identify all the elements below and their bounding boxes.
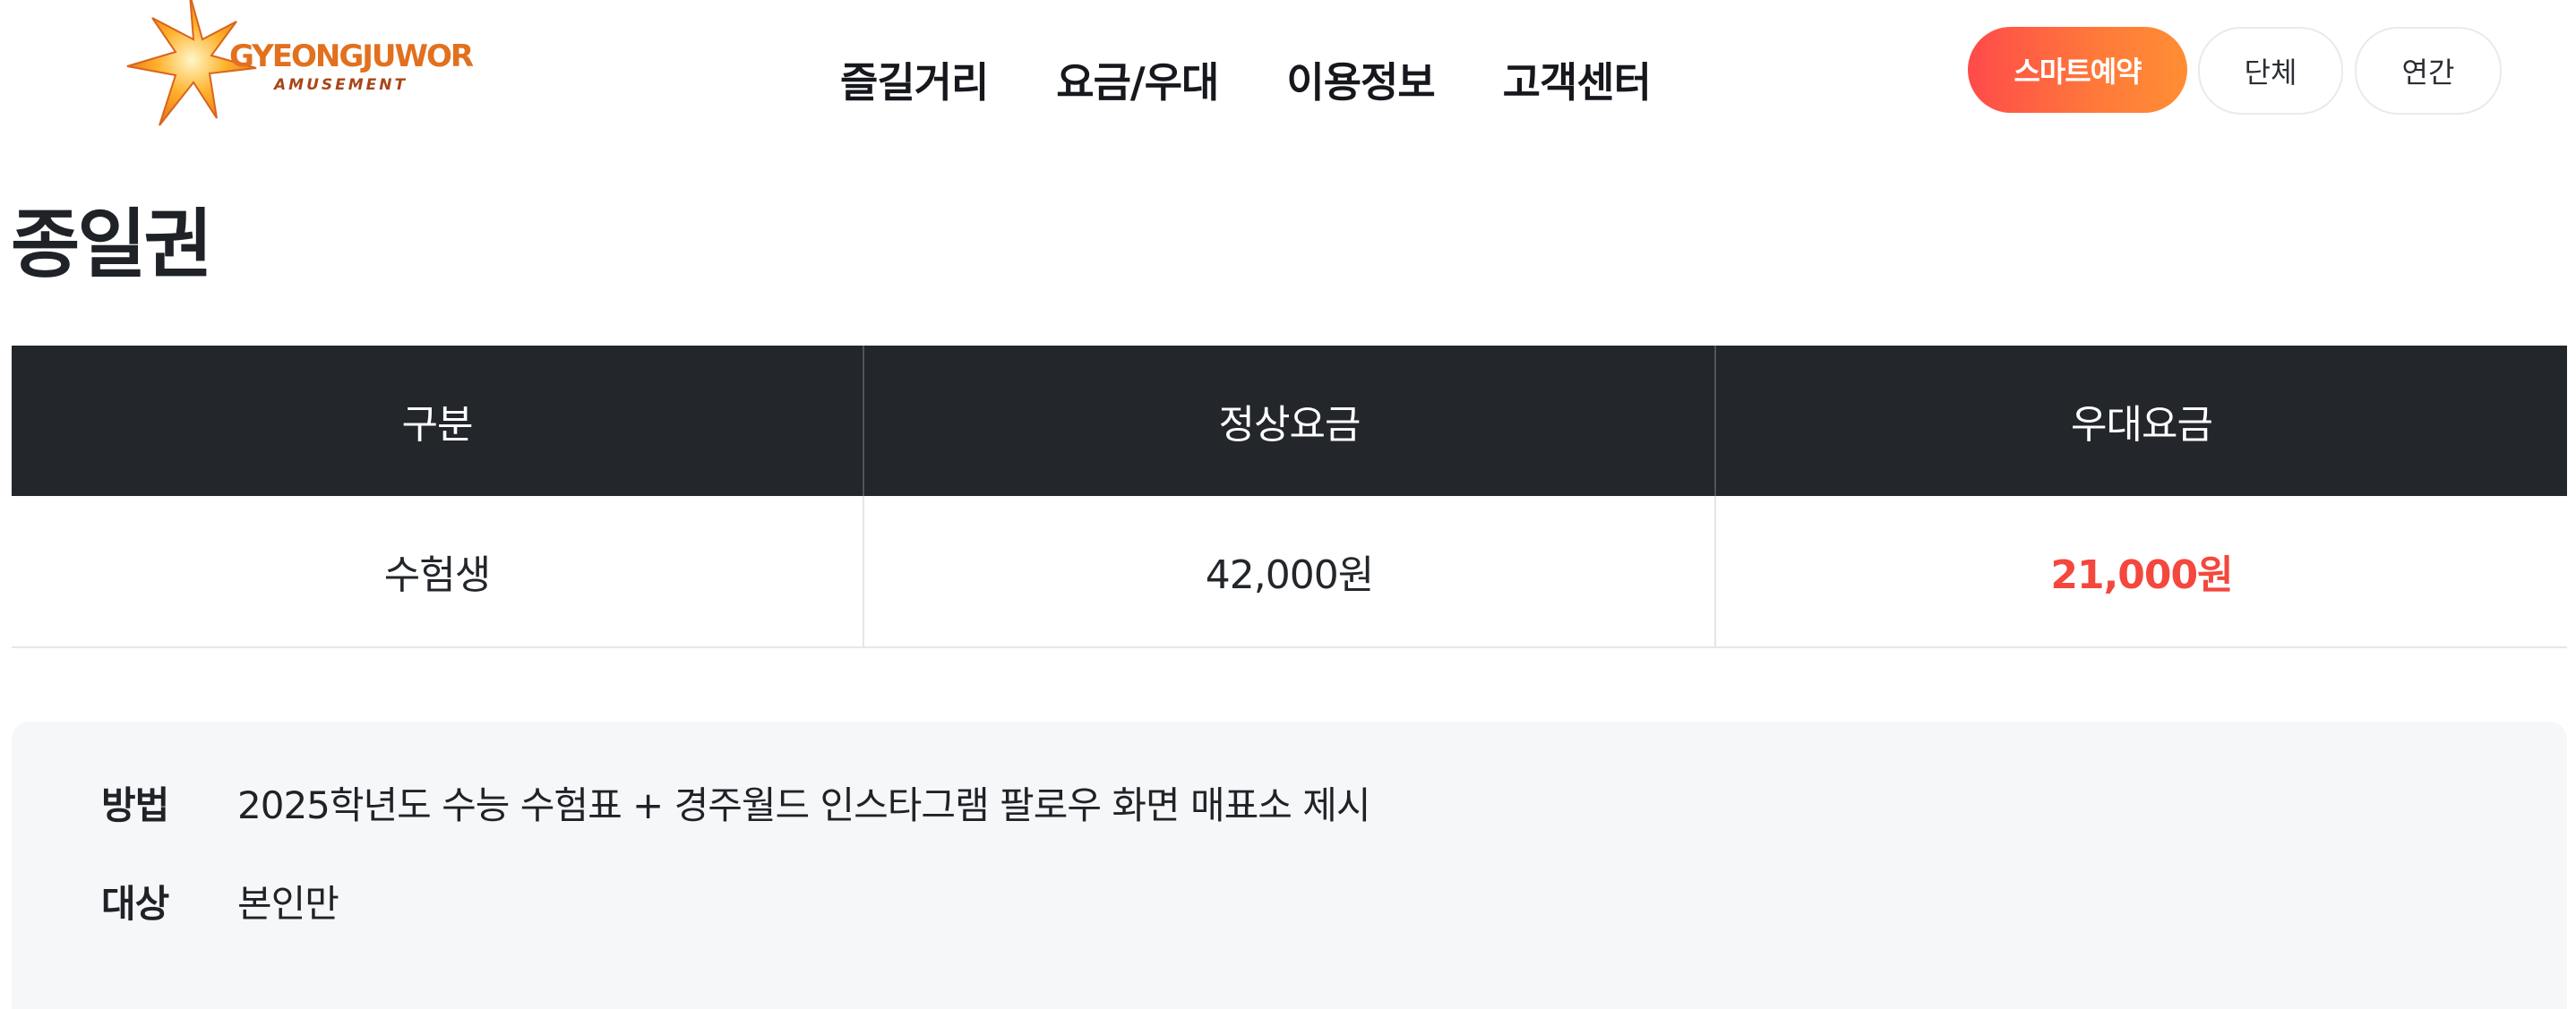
annual-button[interactable]: 연간 [2355,27,2502,115]
info-row-method: 방법 2025학년도 수능 수험표 + 경주월드 인스타그램 팔로우 화면 매표… [101,775,1371,830]
info-value: 본인만 [237,882,339,926]
info-label: 대상 [101,882,169,926]
table-header-row: 구분 정상요금 우대요금 [12,346,2567,496]
cell-category: 수험생 [12,496,864,648]
nav-item-support[interactable]: 고객센터 [1503,52,1652,113]
nav-item-info[interactable]: 이용정보 [1286,52,1435,113]
smart-reservation-button[interactable]: 스마트예약 [1968,27,2187,113]
nav-item-fees[interactable]: 요금/우대 [1056,52,1219,113]
logo-brand-text: GYEONGJUWORLD [229,38,475,74]
info-label: 방법 [101,783,169,827]
cell-regular-price: 42,000원 [863,496,1716,648]
page-title: 종일권 [11,201,213,288]
price-table: 구분 정상요금 우대요금 수험생 42,000원 21,000원 [12,346,2567,648]
info-row-target: 대상 본인만 [101,874,339,928]
header-regular-price: 정상요금 [863,346,1716,496]
cell-discount-price: 21,000원 [1715,496,2567,648]
main-nav: 즐길거리 요금/우대 이용정보 고객센터 [840,52,1652,113]
info-value: 2025학년도 수능 수험표 + 경주월드 인스타그램 팔로우 화면 매표소 제… [237,783,1371,827]
group-button[interactable]: 단체 [2198,27,2343,115]
header-discount-price: 우대요금 [1715,346,2567,496]
logo-sub-text: AMUSEMENT [272,76,408,94]
brand-logo[interactable]: GYEONGJUWORLD AMUSEMENT [116,0,475,131]
header-category: 구분 [12,346,864,496]
info-box: 방법 2025학년도 수능 수험표 + 경주월드 인스타그램 팔로우 화면 매표… [12,722,2567,1009]
table-row: 수험생 42,000원 21,000원 [12,496,2567,648]
nav-item-attractions[interactable]: 즐길거리 [840,52,989,113]
